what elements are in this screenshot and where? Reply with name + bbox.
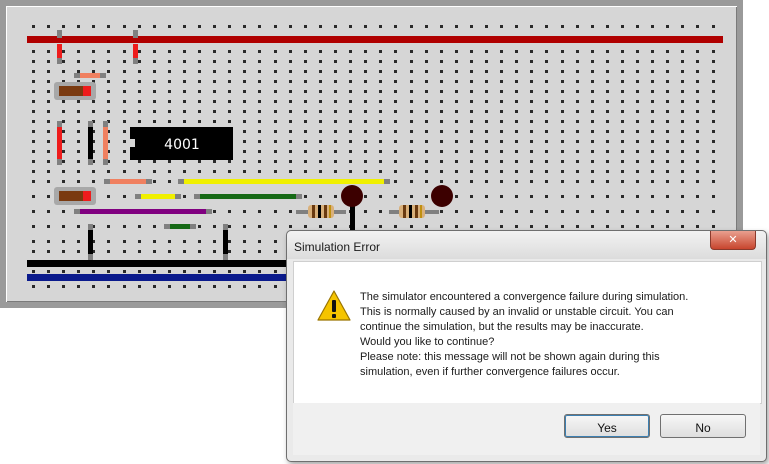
no-button[interactable]: No	[660, 414, 746, 438]
warning-icon	[317, 290, 351, 321]
dialog-body: The simulator encountered a convergence …	[293, 261, 762, 404]
wire-purple[interactable]	[74, 209, 212, 214]
close-icon: ✕	[728, 234, 738, 246]
power-rail-black	[27, 260, 297, 267]
message-line: This is normally caused by an invalid or…	[360, 306, 674, 318]
wire-black-vertical[interactable]	[88, 121, 93, 165]
dialog-title: Simulation Error	[294, 240, 381, 254]
wire-salmon-top[interactable]	[74, 73, 106, 78]
message-line: Please note: this message will not be sh…	[360, 351, 660, 363]
ic-chip-4001[interactable]: 4001	[130, 127, 233, 160]
switch-1[interactable]	[54, 82, 96, 100]
dialog-title-bar[interactable]: Simulation Error ✕	[287, 231, 766, 259]
simulation-error-dialog: Simulation Error ✕ The simulator encount…	[286, 230, 767, 462]
wire-salmon-middle[interactable]	[104, 179, 152, 184]
ic-chip-label: 4001	[164, 137, 200, 153]
wire-black-rail-2[interactable]	[223, 224, 228, 260]
dialog-button-bar: Yes No	[293, 403, 760, 455]
message-line: simulation, even if further convergence …	[360, 366, 620, 378]
wire-black-rail-1[interactable]	[88, 224, 93, 260]
yes-button[interactable]: Yes	[564, 414, 650, 438]
message-line: continue the simulation, but the results…	[360, 321, 644, 333]
led-2[interactable]	[431, 185, 453, 207]
resistor-1[interactable]	[296, 205, 346, 218]
wire-red-rail-2[interactable]	[133, 30, 138, 64]
wire-salmon-vertical[interactable]	[103, 121, 108, 165]
power-rail-blue	[27, 274, 297, 281]
wire-green-short[interactable]	[164, 224, 196, 229]
wire-red-rail-1[interactable]	[57, 30, 62, 64]
switch-2[interactable]	[54, 187, 96, 205]
dialog-message: The simulator encountered a convergence …	[360, 290, 755, 380]
power-rail-red	[27, 36, 723, 43]
resistor-2[interactable]	[389, 205, 439, 218]
wire-green-long[interactable]	[194, 194, 302, 199]
wire-red-vertical[interactable]	[57, 121, 62, 165]
message-line: Would you like to continue?	[360, 336, 495, 348]
close-button[interactable]: ✕	[710, 231, 756, 250]
message-line: The simulator encountered a convergence …	[360, 291, 689, 303]
wire-yellow-short[interactable]	[135, 194, 181, 199]
wire-yellow-long[interactable]	[178, 179, 390, 184]
